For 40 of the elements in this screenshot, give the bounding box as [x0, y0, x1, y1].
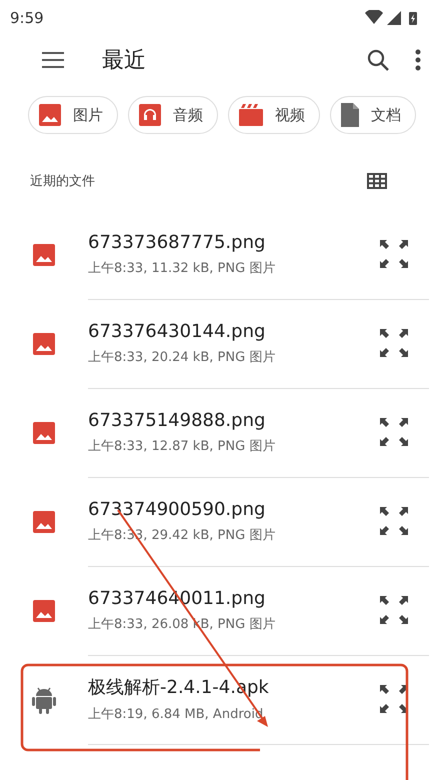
image-icon — [39, 104, 61, 126]
filter-chip[interactable]: 图片 — [28, 96, 118, 134]
file-name: 673376430144.png — [88, 320, 266, 342]
document-icon — [341, 103, 359, 127]
image-icon — [33, 244, 55, 266]
file-details: 上午8:33, 11.32 kB, PNG 图片 — [88, 260, 276, 276]
status-time: 9:59 — [10, 9, 44, 27]
expand-icon — [379, 417, 409, 447]
filter-chip[interactable]: 文档 — [330, 96, 416, 134]
grid-icon — [367, 173, 387, 189]
file-details: 上午8:33, 20.24 kB, PNG 图片 — [88, 348, 276, 366]
image-icon — [33, 600, 55, 622]
preview-button[interactable] — [379, 684, 409, 714]
preview-button[interactable] — [379, 328, 409, 358]
preview-button[interactable] — [379, 506, 409, 536]
expand-icon — [379, 328, 409, 358]
file-name: 673373687775.png — [88, 232, 266, 252]
preview-button[interactable] — [379, 239, 409, 269]
image-icon — [33, 332, 55, 354]
expand-icon — [379, 239, 409, 269]
filter-chip[interactable]: 音频 — [128, 96, 218, 134]
clapperboard-icon — [239, 104, 263, 126]
preview-button[interactable] — [379, 595, 409, 625]
section-title: 近期的文件 — [30, 173, 95, 190]
page-title: 最近 — [102, 47, 147, 75]
file-details: 上午8:33, 12.87 kB, PNG 图片 — [88, 438, 276, 454]
filter-chip[interactable]: 视频 — [228, 96, 320, 134]
more-icon — [415, 49, 421, 71]
android-icon — [32, 686, 56, 714]
preview-button[interactable] — [379, 417, 409, 447]
file-name: 673374900590.png — [88, 498, 266, 520]
image-icon — [33, 422, 55, 444]
image-icon — [33, 510, 55, 532]
search-icon — [367, 49, 389, 71]
headphones-icon — [139, 104, 161, 126]
expand-icon — [379, 684, 409, 714]
expand-icon — [379, 595, 409, 625]
file-name: 673375149888.png — [88, 410, 266, 430]
expand-icon — [379, 506, 409, 536]
menu-icon — [42, 52, 64, 68]
